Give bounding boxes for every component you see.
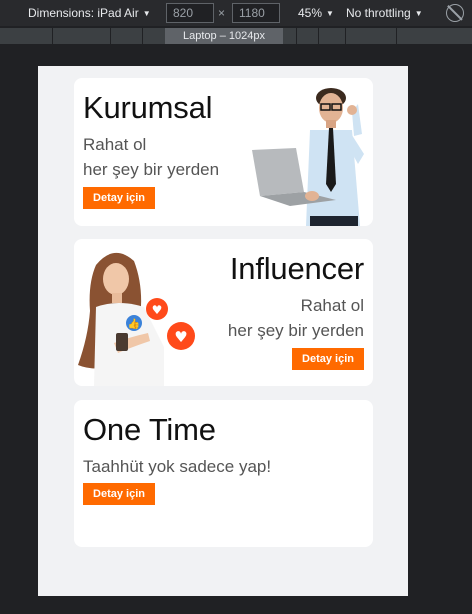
card-title: Influencer (229, 251, 364, 286)
chevron-down-icon: ▼ (414, 8, 423, 18)
media-query-label[interactable]: Laptop – 1024px (165, 28, 283, 44)
zoom-label: 45% (298, 6, 323, 20)
media-query-segment[interactable] (142, 28, 143, 44)
svg-text:👍: 👍 (128, 317, 140, 330)
device-select[interactable]: Dimensions: iPad Air ▼ (28, 0, 151, 26)
rotate-icon[interactable] (446, 4, 464, 22)
emulated-viewport: Kurumsal Rahat ol her şey bir yerden Det… (38, 66, 408, 596)
card-one-time: One Time Taahhüt yok sadece yap! Detay i… (74, 400, 373, 547)
businessman-image (252, 88, 364, 226)
media-query-segment[interactable] (396, 28, 397, 44)
card-subtitle: Rahat ol (300, 296, 364, 315)
media-query-segment[interactable] (318, 28, 319, 44)
times-symbol: × (218, 6, 226, 20)
svg-text:♥: ♥ (174, 328, 187, 346)
card-subtitle: Rahat ol (83, 135, 147, 154)
media-query-segment[interactable] (52, 28, 53, 44)
card-title: One Time (83, 412, 216, 447)
influencer-image: 👍 ♥ ♥ (78, 252, 195, 386)
height-input[interactable]: 1180 (232, 3, 280, 23)
zoom-select[interactable]: 45% ▼ (298, 0, 334, 26)
details-button[interactable]: Detay için (83, 187, 155, 209)
svg-text:♥: ♥ (152, 303, 163, 317)
chevron-down-icon: ▼ (326, 8, 334, 18)
media-query-segment[interactable] (110, 28, 111, 44)
details-button[interactable]: Detay için (83, 483, 155, 505)
card-subtitle: her şey bir yerden (83, 160, 220, 179)
chevron-down-icon: ▼ (142, 8, 151, 18)
card-influencer: 👍 ♥ ♥ Influencer Rahat ol her şey bir ye… (74, 239, 373, 386)
width-input[interactable]: 820 (166, 3, 214, 23)
device-select-label: Dimensions: iPad Air (28, 6, 139, 20)
card-title: Kurumsal (83, 90, 213, 125)
device-toolbar: Dimensions: iPad Air ▼ 820 × 1180 45% ▼ … (0, 0, 472, 26)
throttling-select[interactable]: No throttling ▼ (346, 0, 423, 26)
media-query-segment[interactable] (296, 28, 297, 44)
card-subtitle: her şey bir yerden (227, 321, 364, 340)
media-query-segment[interactable] (345, 28, 346, 44)
card-kurumsal: Kurumsal Rahat ol her şey bir yerden Det… (74, 78, 373, 226)
throttling-label: No throttling (346, 6, 411, 20)
card-subtitle: Taahhüt yok sadece yap! (83, 457, 272, 476)
details-button[interactable]: Detay için (292, 348, 364, 370)
